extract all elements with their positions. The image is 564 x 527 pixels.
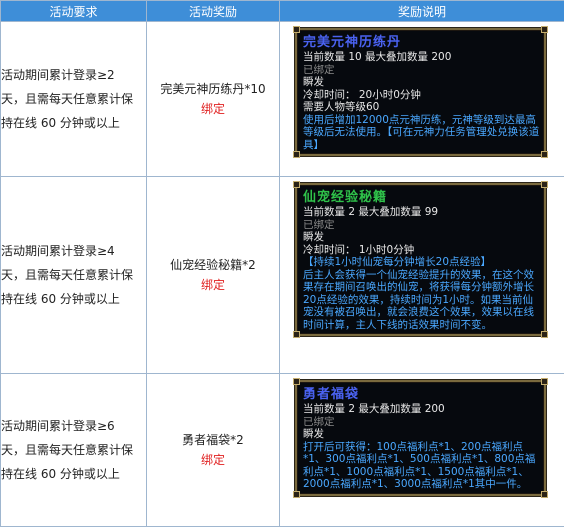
tooltip-corner-ornament xyxy=(293,331,300,338)
description-cell: 勇者福袋当前数量 2 最大叠加数量 200已绑定瞬发打开后可获得：100点福利点… xyxy=(280,374,564,527)
tooltip-line: 当前数量 2 最大叠加数量 200 xyxy=(303,403,540,416)
tooltip-title: 完美元神历练丹 xyxy=(303,34,540,51)
reward-cell: 完美元神历练丹*10 绑定 xyxy=(147,22,280,177)
tooltip-title: 勇者福袋 xyxy=(303,386,540,403)
tooltip-corner-ornament xyxy=(541,181,548,188)
tooltip-line: 打开后可获得：100点福利点*1、200点福利点*1、300点福利点*1、500… xyxy=(303,441,540,491)
tooltip-corner-ornament xyxy=(541,26,548,33)
reward-name: 仙宠经验秘籍*2 xyxy=(170,258,256,272)
description-cell: 仙宠经验秘籍当前数量 2 最大叠加数量 99已绑定瞬发冷却时间： 1小时0分钟【… xyxy=(280,177,564,374)
requirement-cell: 活动期间累计登录≥4天，且需每天任意累计保持在线 60 分钟或以上 xyxy=(1,177,147,374)
requirement-line: 活动期间累计登录≥2 xyxy=(1,63,146,87)
header-description: 奖励说明 xyxy=(280,1,564,22)
reward-bind-label: 绑定 xyxy=(147,450,279,470)
table-row: 活动期间累计登录≥6天，且需每天任意累计保持在线 60 分钟或以上 勇者福袋*2 绑… xyxy=(1,374,564,527)
tooltip-line: 需要人物等级60 xyxy=(303,101,540,114)
requirement-line: 活动期间累计登录≥6 xyxy=(1,414,146,438)
tooltip-corner-ornament xyxy=(293,151,300,158)
tooltip-line: 瞬发 xyxy=(303,428,540,441)
header-requirement: 活动要求 xyxy=(1,1,147,22)
tooltip-corner-ornament xyxy=(293,378,300,385)
tooltip-line: 使用后增加12000点元神历练，元神等级到达最高等级后无法使用。【可在元神力任务… xyxy=(303,114,540,152)
reward-bind-label: 绑定 xyxy=(147,275,279,295)
item-tooltip: 仙宠经验秘籍当前数量 2 最大叠加数量 99已绑定瞬发冷却时间： 1小时0分钟【… xyxy=(295,183,546,336)
reward-bind-label: 绑定 xyxy=(147,99,279,119)
requirement-line: 天，且需每天任意累计保 xyxy=(1,438,146,462)
tooltip-line: 已绑定 xyxy=(303,416,540,429)
reward-table: 活动要求 活动奖励 奖励说明 活动期间累计登录≥2天，且需每天任意累计保持在线 … xyxy=(0,0,564,527)
table-row: 活动期间累计登录≥2天，且需每天任意累计保持在线 60 分钟或以上完美元神历练丹… xyxy=(1,22,564,177)
requirement-cell: 活动期间累计登录≥2天，且需每天任意累计保持在线 60 分钟或以上 xyxy=(1,22,147,177)
tooltip-line: 冷却时间： 20小时0分钟 xyxy=(303,89,540,102)
tooltip-line: 当前数量 2 最大叠加数量 99 xyxy=(303,206,540,219)
requirement-line: 持在线 60 分钟或以上 xyxy=(1,462,146,486)
table-row: 活动期间累计登录≥4天，且需每天任意累计保持在线 60 分钟或以上仙宠经验秘籍*… xyxy=(1,177,564,374)
header-reward: 活动奖励 xyxy=(147,1,280,22)
tooltip-line: 冷却时间： 1小时0分钟 xyxy=(303,244,540,257)
header-row: 活动要求 活动奖励 奖励说明 xyxy=(1,1,564,22)
item-tooltip: 勇者福袋当前数量 2 最大叠加数量 200已绑定瞬发打开后可获得：100点福利点… xyxy=(295,380,546,496)
tooltip-line: 【持续1小时仙宠每分钟增长20点经验】 xyxy=(303,256,540,269)
tooltip-title: 仙宠经验秘籍 xyxy=(303,189,540,206)
tooltip-corner-ornament xyxy=(293,181,300,188)
tooltip-line: 已绑定 xyxy=(303,64,540,77)
tooltip-line: 后主人会获得一个仙宠经验提升的效果，在这个效果存在期间召唤出的仙宠，将获得每分钟… xyxy=(303,269,540,332)
reward-name: 勇者福袋*2 xyxy=(182,433,244,447)
tooltip-line: 瞬发 xyxy=(303,76,540,89)
requirement-line: 活动期间累计登录≥4 xyxy=(1,239,146,263)
tooltip-corner-ornament xyxy=(293,491,300,498)
tooltip-corner-ornament xyxy=(541,331,548,338)
tooltip-line: 瞬发 xyxy=(303,231,540,244)
requirement-line: 持在线 60 分钟或以上 xyxy=(1,287,146,311)
tooltip-corner-ornament xyxy=(541,491,548,498)
reward-cell: 勇者福袋*2 绑定 xyxy=(147,374,280,527)
tooltip-line: 已绑定 xyxy=(303,219,540,232)
requirement-cell: 活动期间累计登录≥6天，且需每天任意累计保持在线 60 分钟或以上 xyxy=(1,374,147,527)
requirement-line: 天，且需每天任意累计保 xyxy=(1,87,146,111)
requirement-line: 天，且需每天任意累计保 xyxy=(1,263,146,287)
tooltip-corner-ornament xyxy=(541,151,548,158)
reward-cell: 仙宠经验秘籍*2 绑定 xyxy=(147,177,280,374)
item-tooltip: 完美元神历练丹当前数量 10 最大叠加数量 200已绑定瞬发冷却时间： 20小时… xyxy=(295,28,546,156)
tooltip-line: 当前数量 10 最大叠加数量 200 xyxy=(303,51,540,64)
requirement-line: 持在线 60 分钟或以上 xyxy=(1,111,146,135)
description-cell: 完美元神历练丹当前数量 10 最大叠加数量 200已绑定瞬发冷却时间： 20小时… xyxy=(280,22,564,177)
tooltip-corner-ornament xyxy=(541,378,548,385)
reward-name: 完美元神历练丹*10 xyxy=(160,82,265,96)
tooltip-corner-ornament xyxy=(293,26,300,33)
